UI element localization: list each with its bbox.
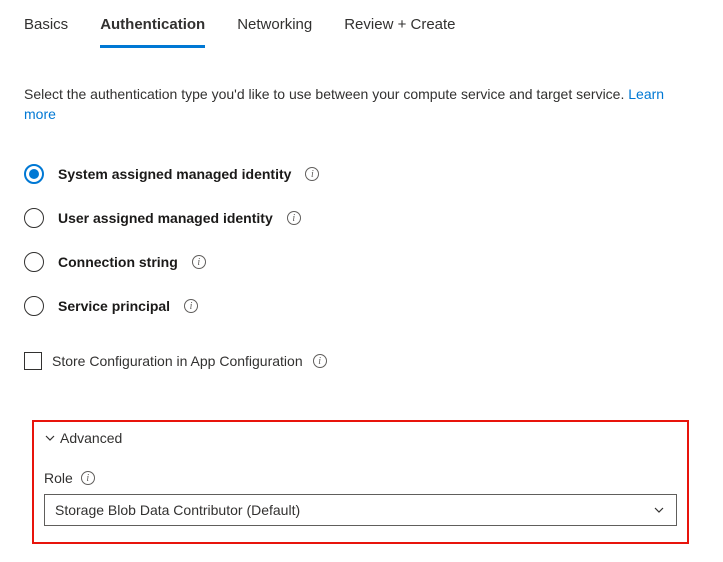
radio-row-user-assigned: User assigned managed identity i: [24, 208, 699, 228]
auth-type-radio-group: System assigned managed identity i User …: [24, 164, 699, 316]
tabs: Basics Authentication Networking Review …: [0, 0, 723, 48]
tab-review-create[interactable]: Review + Create: [344, 16, 455, 48]
radio-row-service-principal: Service principal i: [24, 296, 699, 316]
info-icon[interactable]: i: [287, 211, 301, 225]
role-select-value: Storage Blob Data Contributor (Default): [55, 502, 300, 518]
intro-text-body: Select the authentication type you'd lik…: [24, 86, 628, 102]
intro-text: Select the authentication type you'd lik…: [24, 84, 699, 124]
advanced-toggle[interactable]: Advanced: [44, 430, 677, 446]
chevron-down-icon: [44, 432, 56, 444]
role-label-row: Role i: [44, 470, 677, 486]
info-icon[interactable]: i: [81, 471, 95, 485]
role-select[interactable]: Storage Blob Data Contributor (Default): [44, 494, 677, 526]
tab-authentication[interactable]: Authentication: [100, 16, 205, 48]
radio-label-service-principal: Service principal: [58, 298, 170, 314]
radio-label-connection-string: Connection string: [58, 254, 178, 270]
content-area: Select the authentication type you'd lik…: [0, 48, 723, 560]
radio-label-user-assigned: User assigned managed identity: [58, 210, 273, 226]
radio-label-system-assigned: System assigned managed identity: [58, 166, 291, 182]
store-config-label: Store Configuration in App Configuration: [52, 353, 303, 369]
role-label: Role: [44, 470, 73, 486]
chevron-down-icon: [652, 503, 666, 517]
radio-service-principal[interactable]: [24, 296, 44, 316]
radio-row-connection-string: Connection string i: [24, 252, 699, 272]
info-icon[interactable]: i: [192, 255, 206, 269]
info-icon[interactable]: i: [313, 354, 327, 368]
radio-user-assigned[interactable]: [24, 208, 44, 228]
advanced-label: Advanced: [60, 430, 122, 446]
radio-row-system-assigned: System assigned managed identity i: [24, 164, 699, 184]
store-config-checkbox[interactable]: [24, 352, 42, 370]
radio-system-assigned[interactable]: [24, 164, 44, 184]
info-icon[interactable]: i: [305, 167, 319, 181]
advanced-section: Advanced Role i Storage Blob Data Contri…: [32, 420, 689, 544]
info-icon[interactable]: i: [184, 299, 198, 313]
tab-basics[interactable]: Basics: [24, 16, 68, 48]
tab-networking[interactable]: Networking: [237, 16, 312, 48]
radio-connection-string[interactable]: [24, 252, 44, 272]
store-config-row: Store Configuration in App Configuration…: [24, 352, 699, 370]
